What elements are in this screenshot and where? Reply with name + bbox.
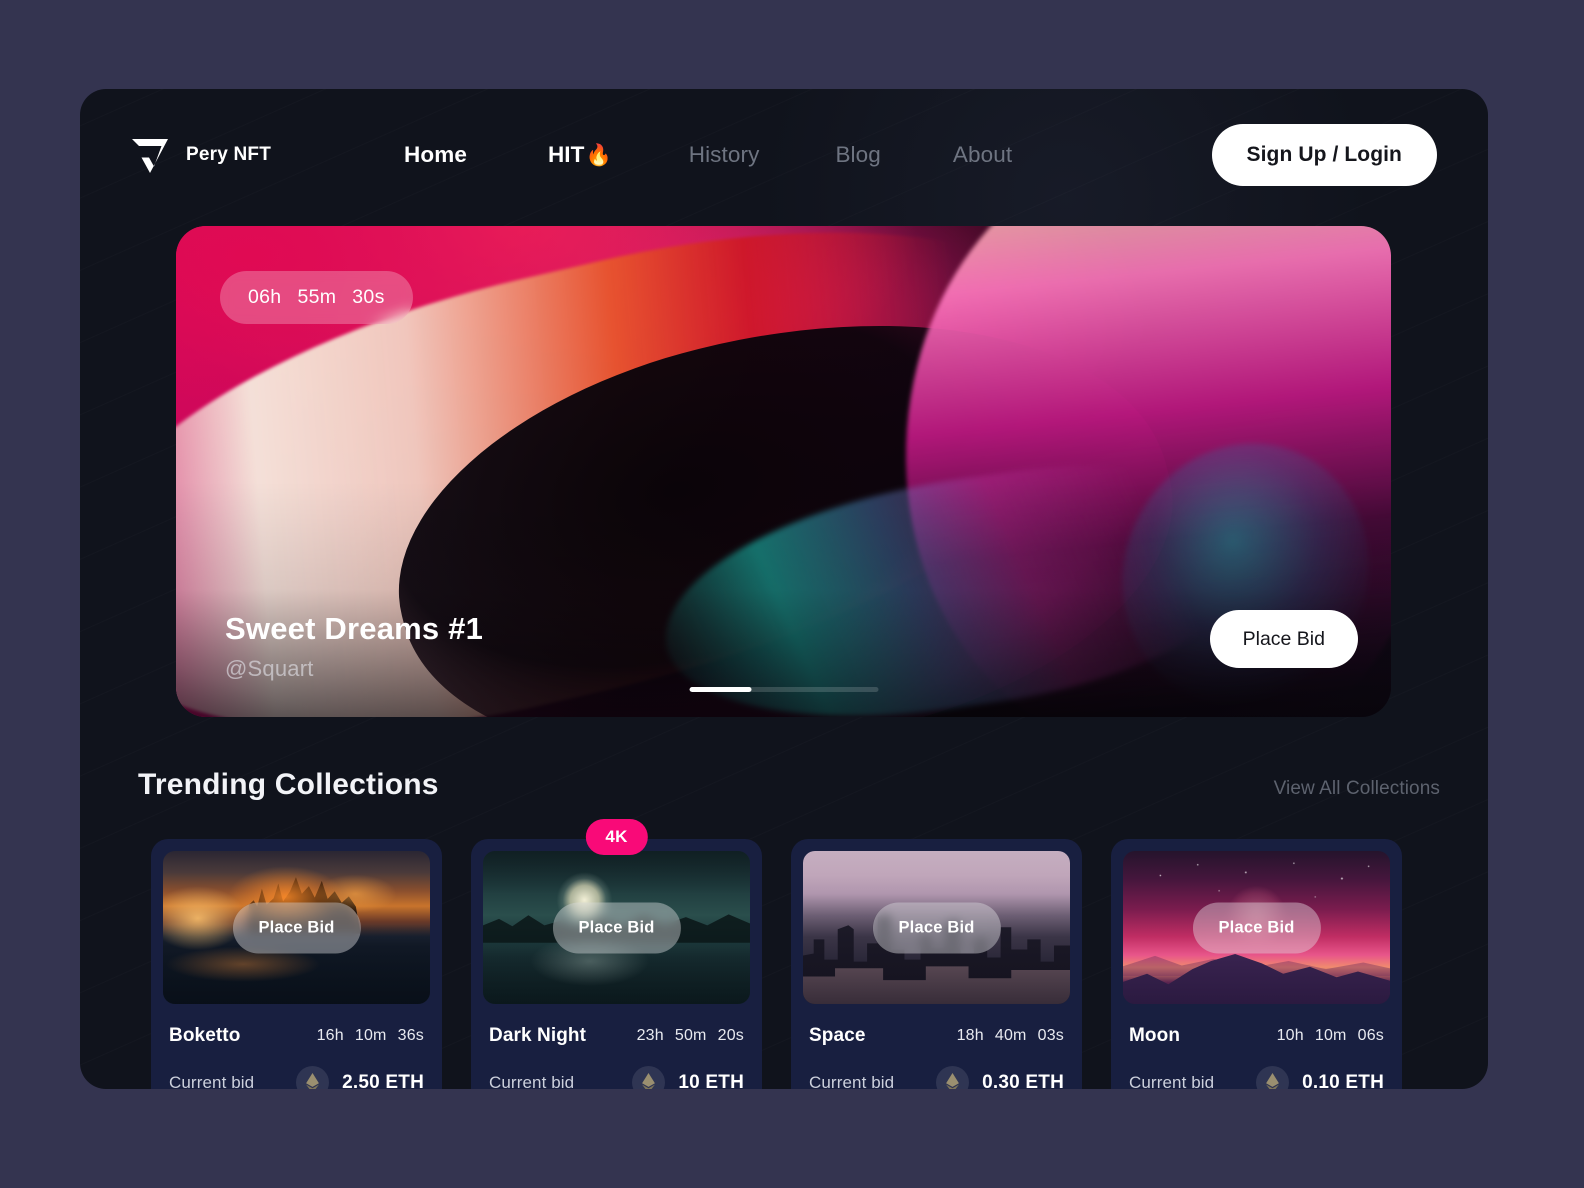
card-countdown-seconds: 03s (1037, 1027, 1064, 1044)
card-body: Dark Night 23h 50m 20s Current bid 10 ET… (483, 1004, 750, 1089)
hero-countdown-hours: 06h (248, 286, 282, 308)
hero-carousel-progress-fill (689, 687, 752, 692)
card-bid-row: Current bid 0.30 ETH (809, 1066, 1064, 1089)
card-body: Moon 10h 10m 06s Current bid 0.10 ETH (1123, 1004, 1390, 1089)
nav-item-history[interactable]: History (689, 136, 760, 174)
card-title-row: Moon 10h 10m 06s (1129, 1025, 1384, 1047)
card-countdown-minutes: 10m (354, 1027, 387, 1044)
card-place-bid-button[interactable]: Place Bid (552, 902, 681, 953)
card-place-bid-button[interactable]: Place Bid (232, 902, 361, 953)
ethereum-icon (1256, 1066, 1290, 1089)
main-navigation: Home HIT 🔥 History Blog About (404, 136, 1012, 174)
card-artwork: Place Bid (163, 851, 430, 1004)
card-artwork: Place Bid (1123, 851, 1390, 1004)
card-price-group: 2.50 ETH (296, 1066, 424, 1089)
collection-card[interactable]: Place Bid Space 18h 40m 03s Current bid (791, 839, 1082, 1089)
collection-card[interactable]: 4K Place Bid Dark Night 23h 50m 20s Curr… (471, 819, 762, 1089)
hero-author[interactable]: @Squart (225, 656, 483, 682)
card-price-group: 0.30 ETH (936, 1066, 1064, 1089)
card-bid-label: Current bid (169, 1072, 255, 1090)
brand-name: Pery NFT (186, 144, 272, 165)
nav-item-hit[interactable]: HIT 🔥 (548, 136, 612, 174)
hero-countdown-badge: 06h 55m 30s (220, 271, 413, 324)
card-price: 10 ETH (678, 1071, 744, 1090)
card-artwork: Place Bid (483, 851, 750, 1004)
card-name: Dark Night (489, 1025, 587, 1046)
hero-title: Sweet Dreams #1 (225, 611, 484, 646)
nav-item-about[interactable]: About (953, 136, 1012, 174)
card-bid-label: Current bid (489, 1072, 575, 1090)
site-header: Pery NFT Home HIT 🔥 History Blog About S… (80, 89, 1488, 221)
collection-card[interactable]: Place Bid Moon 10h 10m 06s Current bid 0… (1111, 839, 1402, 1089)
card-price-group: 10 ETH (632, 1066, 744, 1089)
card-title-row: Dark Night 23h 50m 20s (489, 1025, 744, 1047)
trending-title: Trending Collections (138, 768, 439, 801)
hero-carousel-progress[interactable] (689, 687, 878, 692)
mountain-range-front (1123, 954, 1390, 1004)
card-countdown-hours: 16h (316, 1027, 344, 1044)
hero-countdown-seconds: 30s (352, 286, 385, 308)
card-body: Boketto 16h 10m 36s Current bid 2.50 ETH (163, 1004, 430, 1089)
card-countdown: 18h 40m 03s (957, 1027, 1064, 1045)
card-countdown-hours: 23h (636, 1027, 664, 1044)
card-title-row: Space 18h 40m 03s (809, 1025, 1064, 1047)
card-body: Space 18h 40m 03s Current bid 0.30 ETH (803, 1004, 1070, 1089)
card-countdown-seconds: 20s (717, 1027, 744, 1044)
collection-card[interactable]: Place Bid Boketto 16h 10m 36s Current bi… (151, 839, 442, 1089)
card-countdown: 10h 10m 06s (1277, 1027, 1384, 1045)
card-countdown: 16h 10m 36s (317, 1027, 424, 1045)
card-price: 2.50 ETH (342, 1071, 424, 1090)
card-countdown-seconds: 06s (1357, 1027, 1384, 1044)
card-place-bid-button[interactable]: Place Bid (1192, 902, 1321, 953)
hero-countdown-minutes: 55m (297, 286, 337, 308)
card-price: 0.10 ETH (1302, 1071, 1384, 1090)
signup-login-button[interactable]: Sign Up / Login (1211, 124, 1437, 186)
card-countdown-minutes: 40m (994, 1027, 1027, 1044)
nav-item-hit-label: HIT (547, 142, 585, 167)
hero-place-bid-button[interactable]: Place Bid (1209, 610, 1358, 668)
brand[interactable]: Pery NFT (128, 133, 271, 177)
ethereum-icon (296, 1066, 330, 1089)
trending-header: Trending Collections View All Collection… (138, 768, 1440, 802)
card-artwork: Place Bid (803, 851, 1070, 1004)
card-title-row: Boketto 16h 10m 36s (169, 1025, 424, 1047)
card-countdown-minutes: 50m (674, 1027, 707, 1044)
card-countdown-minutes: 10m (1314, 1027, 1347, 1044)
card-countdown-seconds: 36s (397, 1027, 424, 1044)
page-root: Pery NFT Home HIT 🔥 History Blog About S… (0, 0, 1584, 1188)
fire-icon: 🔥 (585, 143, 612, 167)
card-name: Boketto (169, 1025, 241, 1046)
view-all-collections-link[interactable]: View All Collections (1274, 778, 1440, 800)
card-countdown-hours: 18h (956, 1027, 984, 1044)
card-name: Space (809, 1025, 866, 1046)
card-bid-label: Current bid (1129, 1072, 1215, 1090)
card-name: Moon (1129, 1025, 1181, 1046)
card-bid-label: Current bid (809, 1072, 895, 1090)
card-price: 0.30 ETH (982, 1071, 1064, 1090)
card-bid-row: Current bid 10 ETH (489, 1066, 744, 1089)
card-place-bid-button[interactable]: Place Bid (872, 902, 1001, 953)
card-bid-row: Current bid 2.50 ETH (169, 1066, 424, 1089)
hero-info: Sweet Dreams #1 @Squart (225, 611, 483, 682)
app-window: Pery NFT Home HIT 🔥 History Blog About S… (80, 89, 1488, 1089)
nav-item-home[interactable]: Home (404, 136, 467, 174)
trending-card-list: Place Bid Boketto 16h 10m 36s Current bi… (151, 819, 1453, 1089)
card-countdown-hours: 10h (1276, 1027, 1304, 1044)
card-price-group: 0.10 ETH (1256, 1066, 1384, 1089)
card-bid-row: Current bid 0.10 ETH (1129, 1066, 1384, 1089)
hero-banner[interactable]: 06h 55m 30s Sweet Dreams #1 @Squart Plac… (176, 226, 1391, 717)
ethereum-icon (632, 1066, 666, 1089)
ethereum-icon (936, 1066, 970, 1089)
card-countdown: 23h 50m 20s (637, 1027, 744, 1045)
pery-triangle-logo-icon (128, 133, 172, 177)
nav-item-blog[interactable]: Blog (835, 136, 880, 174)
quality-badge-4k: 4K (585, 819, 648, 855)
